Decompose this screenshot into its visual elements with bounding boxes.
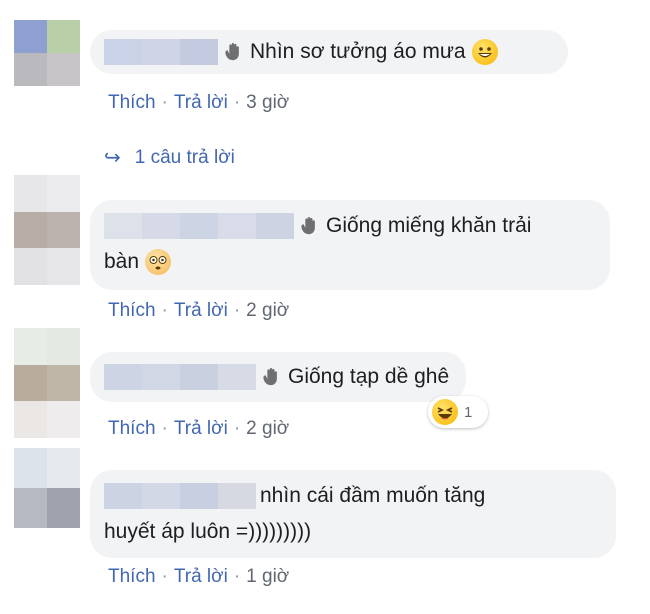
timestamp[interactable]: 2 giờ xyxy=(246,418,289,439)
comment-text: nhìn cái đầm muốn tăng xyxy=(260,484,486,507)
blurred-username[interactable] xyxy=(104,483,256,509)
like-link[interactable]: Thích xyxy=(108,300,156,321)
blurred-username[interactable] xyxy=(104,213,294,239)
reply-count-label: 1 câu trả lời xyxy=(134,146,235,168)
waving-hand-icon xyxy=(301,217,315,235)
flushed-face-emoji xyxy=(145,249,172,275)
blurred-username[interactable] xyxy=(104,364,256,390)
comment-text: Giống tạp dề ghê xyxy=(288,365,450,388)
comment-actions: Thích · Trả lời · 2 giờ xyxy=(108,300,289,322)
laughing-face-emoji xyxy=(432,399,458,425)
comment-bubble: Giống miếng khăn trải bàn xyxy=(90,200,610,290)
comment-actions: Thích · Trả lời · 1 giờ xyxy=(108,566,289,588)
reaction-summary[interactable]: 1 xyxy=(428,396,488,428)
comment-text-continued: huyết áp luôn =))))))))) xyxy=(104,520,312,543)
avatar[interactable] xyxy=(14,175,80,285)
grinning-face-emoji xyxy=(471,39,498,65)
avatar[interactable] xyxy=(14,328,80,438)
comment-text-continued: bàn xyxy=(104,250,140,273)
comment-actions: Thích · Trả lời · 3 giờ xyxy=(108,92,289,114)
comment-actions: Thích · Trả lời · 2 giờ xyxy=(108,418,289,440)
like-link[interactable]: Thích xyxy=(108,566,156,587)
separator: · xyxy=(233,300,241,321)
separator: · xyxy=(161,418,168,439)
reply-link[interactable]: Trả lời xyxy=(174,300,228,321)
reply-arrow-icon: ↪ xyxy=(104,147,121,169)
like-link[interactable]: Thích xyxy=(108,92,156,113)
timestamp[interactable]: 2 giờ xyxy=(246,300,289,321)
like-link[interactable]: Thích xyxy=(108,418,156,439)
separator: · xyxy=(233,418,241,439)
reaction-count: 1 xyxy=(464,403,473,421)
waving-hand-icon xyxy=(225,43,239,61)
comment-bubble: Giống tạp dề ghê xyxy=(90,352,466,402)
reply-link[interactable]: Trả lời xyxy=(174,566,228,587)
reply-link[interactable]: Trả lời xyxy=(174,418,228,439)
avatar[interactable] xyxy=(14,448,80,528)
waving-hand-icon xyxy=(263,368,277,386)
timestamp[interactable]: 3 giờ xyxy=(246,92,289,113)
separator: · xyxy=(233,92,241,113)
separator: · xyxy=(233,566,241,587)
comment-text: Nhìn sơ tưởng áo mưa xyxy=(250,40,466,63)
comment-bubble: Nhìn sơ tưởng áo mưa xyxy=(90,30,568,74)
separator: · xyxy=(161,566,168,587)
comment-text: Giống miếng khăn trải xyxy=(326,214,532,237)
separator: · xyxy=(161,92,168,113)
timestamp[interactable]: 1 giờ xyxy=(246,566,289,587)
comment-bubble: nhìn cái đầm muốn tăng huyết áp luôn =))… xyxy=(90,470,616,558)
reply-link[interactable]: Trả lời xyxy=(174,92,228,113)
view-replies-link[interactable]: ↪ 1 câu trả lời xyxy=(104,145,235,170)
blurred-username[interactable] xyxy=(104,39,218,65)
avatar[interactable] xyxy=(14,20,80,86)
separator: · xyxy=(161,300,168,321)
